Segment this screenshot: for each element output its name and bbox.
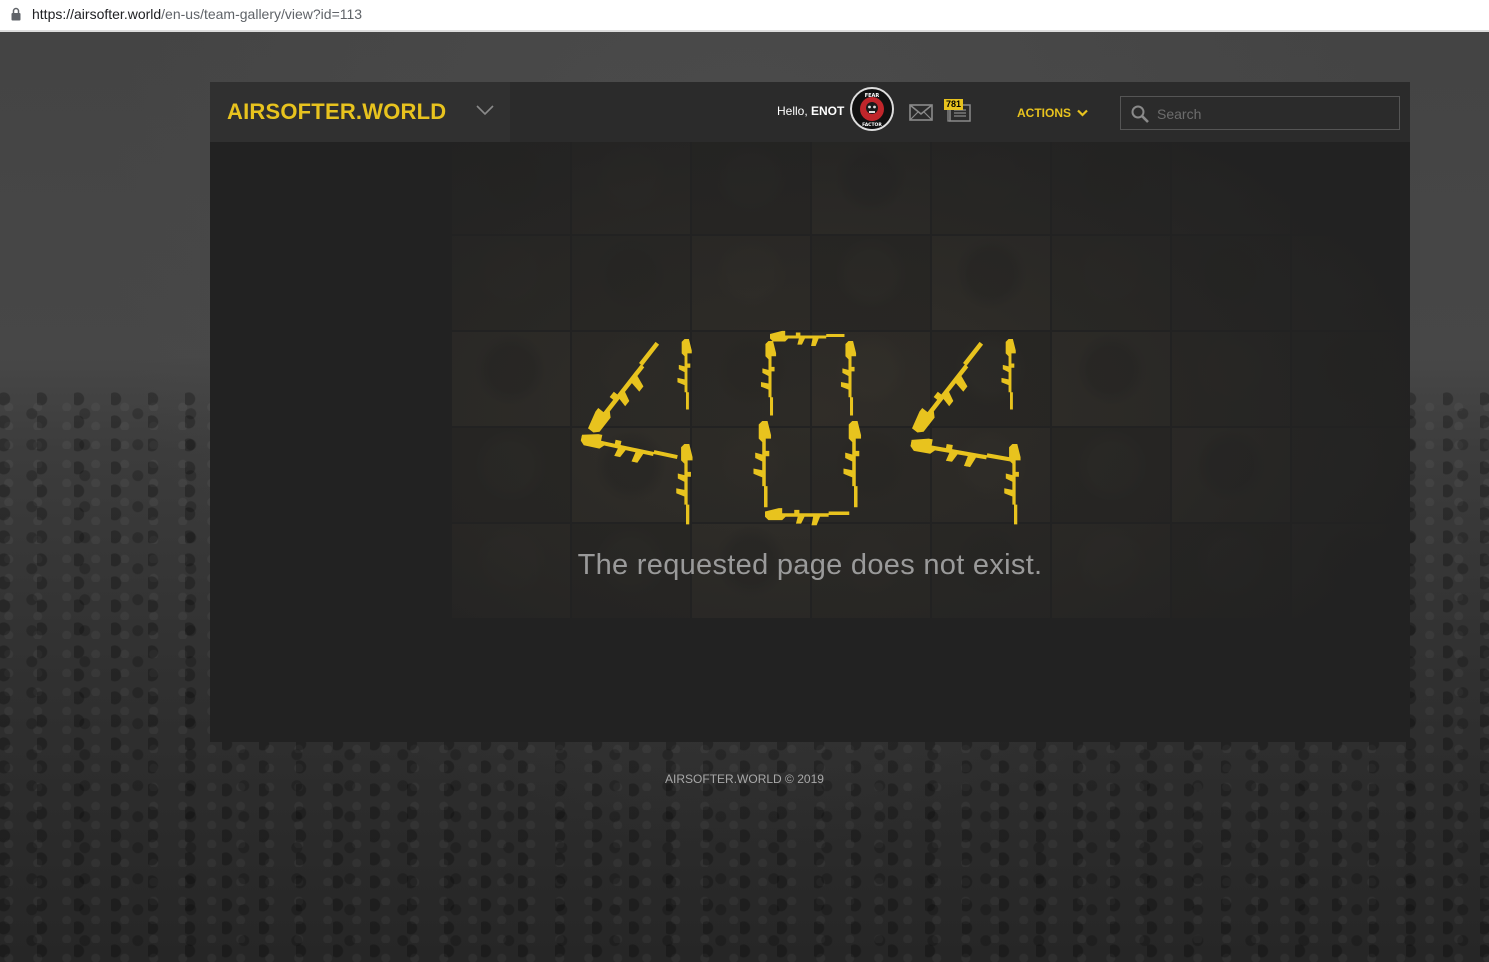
rifle-icon [908, 435, 1013, 474]
rifle-icon [765, 508, 850, 526]
search-icon[interactable] [1131, 105, 1149, 123]
username[interactable]: ENOT [811, 104, 844, 118]
brand-logo[interactable]: AIRSOFTER.WORLD [227, 99, 446, 125]
avatar-text-bottom: FACTOR [862, 122, 882, 128]
rifle-icon [1004, 444, 1021, 525]
avatar[interactable]: FEAR FACTOR [850, 87, 894, 131]
rifle-icon [843, 421, 862, 508]
lock-icon [11, 7, 21, 21]
rifle-icon [578, 430, 679, 471]
error-message: The requested page does not exist. [577, 549, 1043, 581]
actions-dropdown[interactable]: ACTIONS [1017, 106, 1088, 120]
rifle-icon [584, 339, 670, 440]
error-hero: The requested page does not exist. [210, 142, 1410, 742]
search-box [1120, 96, 1400, 131]
brand-menu[interactable]: AIRSOFTER.WORLD [210, 82, 510, 142]
rifle-icon [676, 444, 693, 525]
rifle-icon [1001, 339, 1016, 410]
rifle-icon [760, 341, 777, 416]
chevron-down-icon[interactable] [476, 104, 494, 116]
rifle-icon [840, 341, 857, 416]
rifle-icon [908, 339, 994, 440]
avatar-text-top: FEAR [865, 93, 880, 99]
url-path: /en-us/team-gallery/view?id=113 [161, 6, 363, 22]
url-host: https://airsofter.world [32, 6, 162, 22]
mail-icon[interactable] [909, 104, 933, 121]
top-navbar: AIRSOFTER.WORLD Hello, ENOT FEAR FACTOR [210, 82, 1410, 142]
greeting-prefix: Hello, [777, 104, 812, 118]
rifle-icon [753, 421, 772, 508]
footer-copyright: AIRSOFTER.WORLD © 2019 [665, 772, 824, 786]
greeting: Hello, ENOT [777, 104, 844, 118]
actions-label: ACTIONS [1017, 106, 1071, 120]
team-logo-image: FEAR FACTOR [853, 90, 891, 128]
search-input[interactable] [1155, 97, 1395, 131]
error-code-404 [578, 330, 1021, 526]
url-text[interactable]: https://airsofter.world/en-us/team-galle… [32, 6, 362, 22]
rifle-icon [770, 330, 845, 347]
notification-badge: 781 [944, 99, 964, 110]
main-container: AIRSOFTER.WORLD Hello, ENOT FEAR FACTOR [210, 82, 1410, 742]
browser-address-bar[interactable]: https://airsofter.world/en-us/team-galle… [0, 0, 1489, 32]
chevron-down-icon [1077, 109, 1088, 117]
rifle-icon [677, 339, 692, 410]
